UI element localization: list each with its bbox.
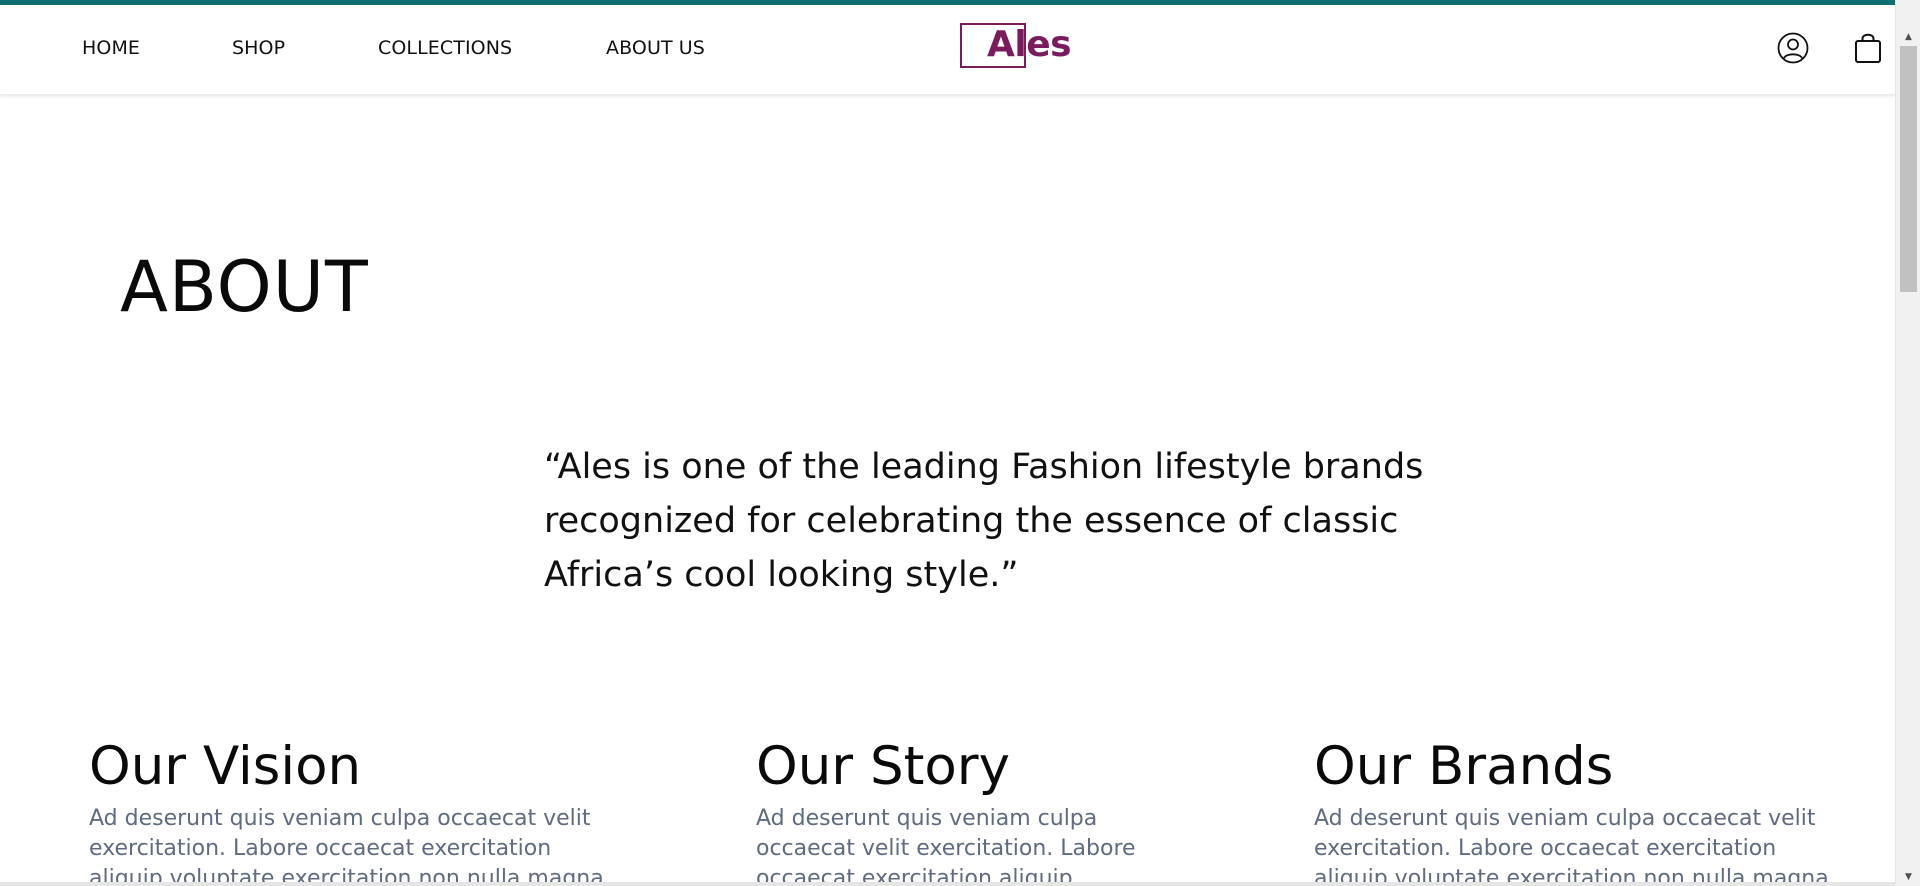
story-heading: Our Story	[756, 736, 1010, 797]
brands-heading: Our Brands	[1314, 736, 1614, 797]
user-circle-icon	[1777, 32, 1809, 64]
vision-text: Ad deserunt quis veniam culpa occaecat v…	[89, 806, 604, 886]
brands-text: Ad deserunt quis veniam culpa occaecat v…	[1314, 806, 1829, 886]
scrollbar-thumb[interactable]	[1900, 46, 1917, 292]
vertical-scrollbar[interactable]: ▲ ▼	[1895, 0, 1920, 886]
story-text: Ad deserunt quis veniam culpa occaecat v…	[756, 806, 1136, 886]
account-button[interactable]	[1774, 29, 1812, 67]
shopping-bag-icon	[1855, 33, 1881, 63]
cart-button[interactable]	[1849, 29, 1887, 67]
scroll-down-arrow-icon[interactable]: ▼	[1896, 868, 1920, 886]
brand-quote: “Ales is one of the leading Fashion life…	[544, 447, 1424, 595]
nav-collections-link[interactable]: COLLECTIONS	[378, 37, 512, 59]
page: HOME SHOP COLLECTIONS ABOUT US Ales ABOU…	[0, 0, 1920, 886]
bottom-divider	[0, 882, 1895, 886]
vision-heading: Our Vision	[89, 736, 362, 797]
story-section: Our Story Ad deserunt quis veniam culpa …	[756, 732, 1136, 886]
brands-section: Our Brands Ad deserunt quis veniam culpa…	[1314, 732, 1834, 886]
nav-home-link[interactable]: HOME	[82, 37, 140, 59]
site-header: HOME SHOP COLLECTIONS ABOUT US Ales	[0, 5, 1895, 95]
logo-text: Ales	[987, 24, 1072, 65]
page-title: ABOUT	[120, 246, 369, 328]
nav-shop-link[interactable]: SHOP	[232, 37, 285, 59]
vision-section: Our Vision Ad deserunt quis veniam culpa…	[89, 732, 609, 886]
brand-logo[interactable]: Ales	[960, 23, 1072, 69]
scroll-up-arrow-icon[interactable]: ▲	[1896, 28, 1920, 46]
nav-about-us-link[interactable]: ABOUT US	[606, 37, 705, 59]
